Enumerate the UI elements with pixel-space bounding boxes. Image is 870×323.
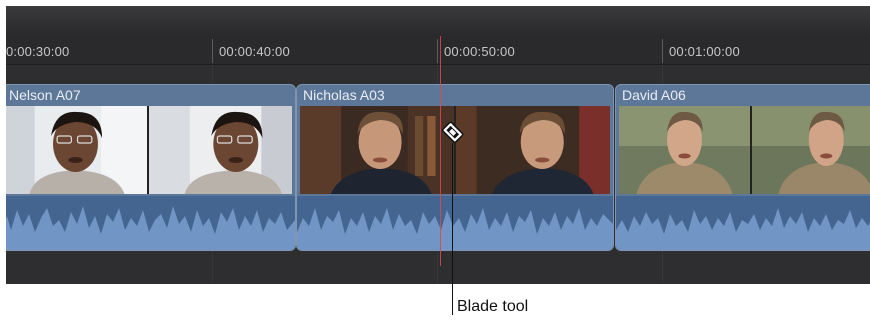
- audio-waveform: [616, 196, 870, 250]
- video-thumbnail: [752, 106, 870, 194]
- clip-filmstrip: [619, 106, 870, 194]
- video-thumbnail: [149, 106, 292, 194]
- ruler-label: 00:00:40:00: [219, 44, 290, 59]
- timeline-toolbar: [6, 6, 870, 37]
- video-thumbnail: [456, 106, 610, 194]
- clip-nicholas-a03[interactable]: Nicholas A03: [296, 84, 614, 251]
- clip-title: Nicholas A03: [303, 87, 385, 103]
- ruler-tick: [662, 39, 663, 63]
- ruler-tick: [212, 39, 213, 63]
- clip-filmstrip: [6, 106, 292, 194]
- ruler-label: 0:00:30:00: [6, 44, 70, 59]
- clip-nelson-a07[interactable]: Nelson A07: [6, 84, 296, 251]
- ruler-tick: [437, 39, 438, 63]
- ruler-label: 00:00:50:00: [444, 44, 515, 59]
- video-thumbnail: [619, 106, 752, 194]
- video-thumbnail: [6, 106, 149, 194]
- timecode-ruler[interactable]: 0:00:30:00 00:00:40:00 00:00:50:00 00:01…: [6, 36, 870, 65]
- clip-title: Nelson A07: [9, 87, 81, 103]
- audio-waveform: [297, 196, 613, 250]
- callout-line: [452, 143, 453, 315]
- video-thumbnail: [300, 106, 456, 194]
- clip-title: David A06: [622, 87, 686, 103]
- timeline-panel: 0:00:30:00 00:00:40:00 00:00:50:00 00:01…: [6, 6, 870, 284]
- callout-label: Blade tool: [457, 298, 529, 315]
- ruler-label: 00:01:00:00: [669, 44, 740, 59]
- skimmer-playhead[interactable]: [440, 36, 441, 266]
- clip-david-a06[interactable]: David A06: [615, 84, 870, 251]
- audio-waveform: [6, 196, 295, 250]
